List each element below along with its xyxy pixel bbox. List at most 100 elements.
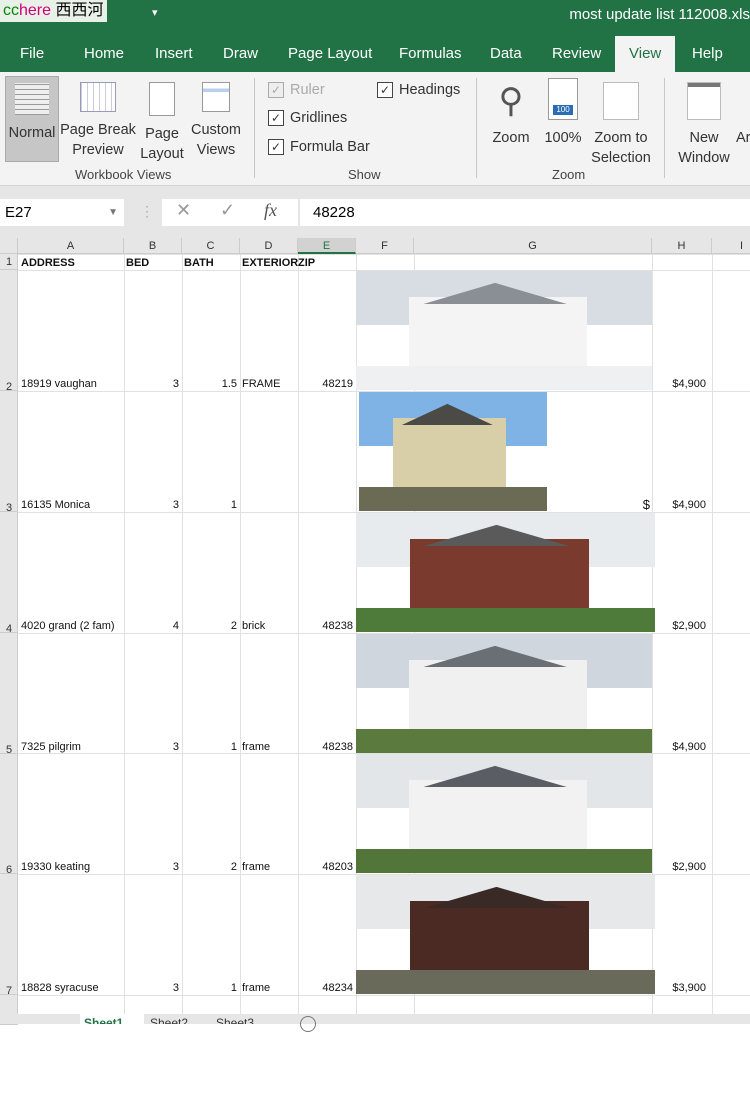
page-layout-button[interactable]: Page Layout [140, 82, 184, 164]
tab-insert[interactable]: Insert [155, 36, 193, 72]
cell-bath[interactable]: 1.5 [182, 377, 237, 391]
tab-draw[interactable]: Draw [223, 36, 258, 72]
column-header-i[interactable]: I [712, 238, 750, 254]
house-photo[interactable] [356, 513, 655, 632]
tab-data[interactable]: Data [490, 36, 522, 72]
column-header-c[interactable]: C [182, 238, 240, 254]
column-header-b[interactable]: B [124, 238, 182, 254]
column-header-e[interactable]: E [298, 238, 356, 254]
arrange-all-button[interactable]: Ar [736, 128, 750, 148]
normal-view-button[interactable]: Normal [5, 76, 59, 162]
cell-bath[interactable]: 1 [182, 981, 237, 995]
tab-review[interactable]: Review [552, 36, 601, 72]
cell-address[interactable]: 19330 keating [21, 860, 90, 874]
house-photo[interactable] [356, 634, 652, 753]
new-window-button[interactable]: New Window [672, 82, 736, 168]
tab-view[interactable]: View [615, 36, 676, 72]
cell-zip[interactable]: 48238 [298, 740, 353, 754]
cell-bath[interactable]: 1 [182, 498, 237, 512]
column-header-h[interactable]: H [652, 238, 712, 254]
sheet-tab-2[interactable]: Sheet2 [146, 1014, 208, 1024]
cell-exterior[interactable]: brick [242, 619, 265, 633]
quick-access-dropdown-icon[interactable]: ▾ [152, 6, 158, 19]
cell-address[interactable]: 18828 syracuse [21, 981, 99, 995]
header-address[interactable]: ADDRESS [21, 256, 75, 270]
page-break-preview-button[interactable]: Page Break Preview [60, 82, 136, 160]
cell-bath[interactable]: 2 [182, 619, 237, 633]
sheet-tab-1[interactable]: Sheet1 [80, 1014, 144, 1024]
cell-exterior[interactable]: FRAME [242, 377, 281, 391]
cell-exterior[interactable]: frame [242, 981, 270, 995]
formula-input[interactable]: 48228 [300, 199, 750, 226]
normal-grid-icon [15, 83, 49, 115]
cell-address[interactable]: 18919 vaughan [21, 377, 97, 391]
cell-g[interactable]: $ [560, 498, 650, 512]
formula-bar-checkbox[interactable]: ✓ Formula Bar [268, 139, 370, 155]
header-bed[interactable]: BED [126, 256, 149, 270]
house-photo[interactable] [356, 754, 652, 873]
header-bath[interactable]: BATH [184, 256, 214, 270]
cell-zip[interactable]: 48238 [298, 619, 353, 633]
cell-bed[interactable]: 4 [124, 619, 179, 633]
row-header[interactable]: 7 [0, 874, 18, 997]
custom-views-button[interactable]: Custom Views [188, 82, 244, 160]
row-header[interactable]: 3 [0, 391, 18, 514]
ruler-checkbox[interactable]: ✓ Ruler [268, 82, 325, 98]
row-header[interactable]: 4 [0, 512, 18, 635]
cell-zip[interactable]: 48234 [298, 981, 353, 995]
cell-bed[interactable]: 3 [124, 377, 179, 391]
tab-home[interactable]: Home [84, 36, 124, 72]
row-header[interactable]: 2 [0, 270, 18, 393]
tab-page-layout[interactable]: Page Layout [288, 36, 372, 72]
gridlines-checkbox[interactable]: ✓ Gridlines [268, 110, 347, 126]
name-box[interactable]: E27 ▼ [0, 199, 124, 226]
cell-exterior[interactable]: frame [242, 860, 270, 874]
zoom-to-selection-button[interactable]: Zoom to Selection [588, 82, 654, 168]
column-header-a[interactable]: A [18, 238, 124, 254]
column-header-d[interactable]: D [240, 238, 298, 254]
tab-help[interactable]: Help [692, 36, 723, 72]
insert-function-icon[interactable]: fx [264, 200, 277, 221]
cell-zip[interactable]: 48219 [298, 377, 353, 391]
cancel-icon[interactable]: ✕ [176, 200, 191, 221]
cell-bed[interactable]: 3 [124, 981, 179, 995]
cell-price[interactable]: $3,900 [652, 981, 706, 995]
zoom-button[interactable]: ⚲ Zoom [488, 82, 534, 148]
cell-bed[interactable]: 3 [124, 498, 179, 512]
column-header-g[interactable]: G [414, 238, 652, 254]
cell-exterior[interactable]: frame [242, 740, 270, 754]
cell-bath[interactable]: 2 [182, 860, 237, 874]
cell-price[interactable]: $2,900 [652, 860, 706, 874]
cell-bath[interactable]: 1 [182, 740, 237, 754]
tab-formulas[interactable]: Formulas [399, 36, 462, 72]
cell-bed[interactable]: 3 [124, 860, 179, 874]
house-photo[interactable] [359, 392, 547, 511]
row-header[interactable]: 5 [0, 633, 18, 756]
chevron-down-icon[interactable]: ▼ [108, 199, 118, 226]
tab-file[interactable]: File [20, 36, 44, 72]
row-header[interactable]: 6 [0, 753, 18, 876]
cell-price[interactable]: $4,900 [652, 498, 706, 512]
cell-price[interactable]: $4,900 [652, 740, 706, 754]
drag-handle-icon[interactable]: ⋮ [140, 203, 154, 220]
cell-price[interactable]: $2,900 [652, 619, 706, 633]
cell-address[interactable]: 4020 grand (2 fam) [21, 619, 115, 633]
sheet-tab-3[interactable]: Sheet3 [212, 1014, 272, 1024]
house-photo[interactable] [356, 875, 655, 994]
add-sheet-icon[interactable] [300, 1016, 316, 1032]
header-exterior[interactable]: EXTERIOR [242, 256, 298, 270]
column-header-f[interactable]: F [356, 238, 414, 254]
enter-icon[interactable]: ✓ [220, 200, 235, 221]
select-all-button[interactable] [0, 238, 18, 254]
headings-checkbox[interactable]: ✓ Headings [377, 82, 460, 98]
cell-bed[interactable]: 3 [124, 740, 179, 754]
row-header[interactable]: 1 [0, 254, 18, 270]
cell-address[interactable]: 16135 Monica [21, 498, 90, 512]
gridline [18, 995, 750, 996]
cell-price[interactable]: $4,900 [652, 377, 706, 391]
header-zip[interactable]: ZIP [298, 256, 315, 270]
cell-zip[interactable]: 48203 [298, 860, 353, 874]
cell-address[interactable]: 7325 pilgrim [21, 740, 81, 754]
zoom-100-button[interactable]: 100 100% [540, 78, 586, 148]
house-photo[interactable] [356, 271, 652, 390]
